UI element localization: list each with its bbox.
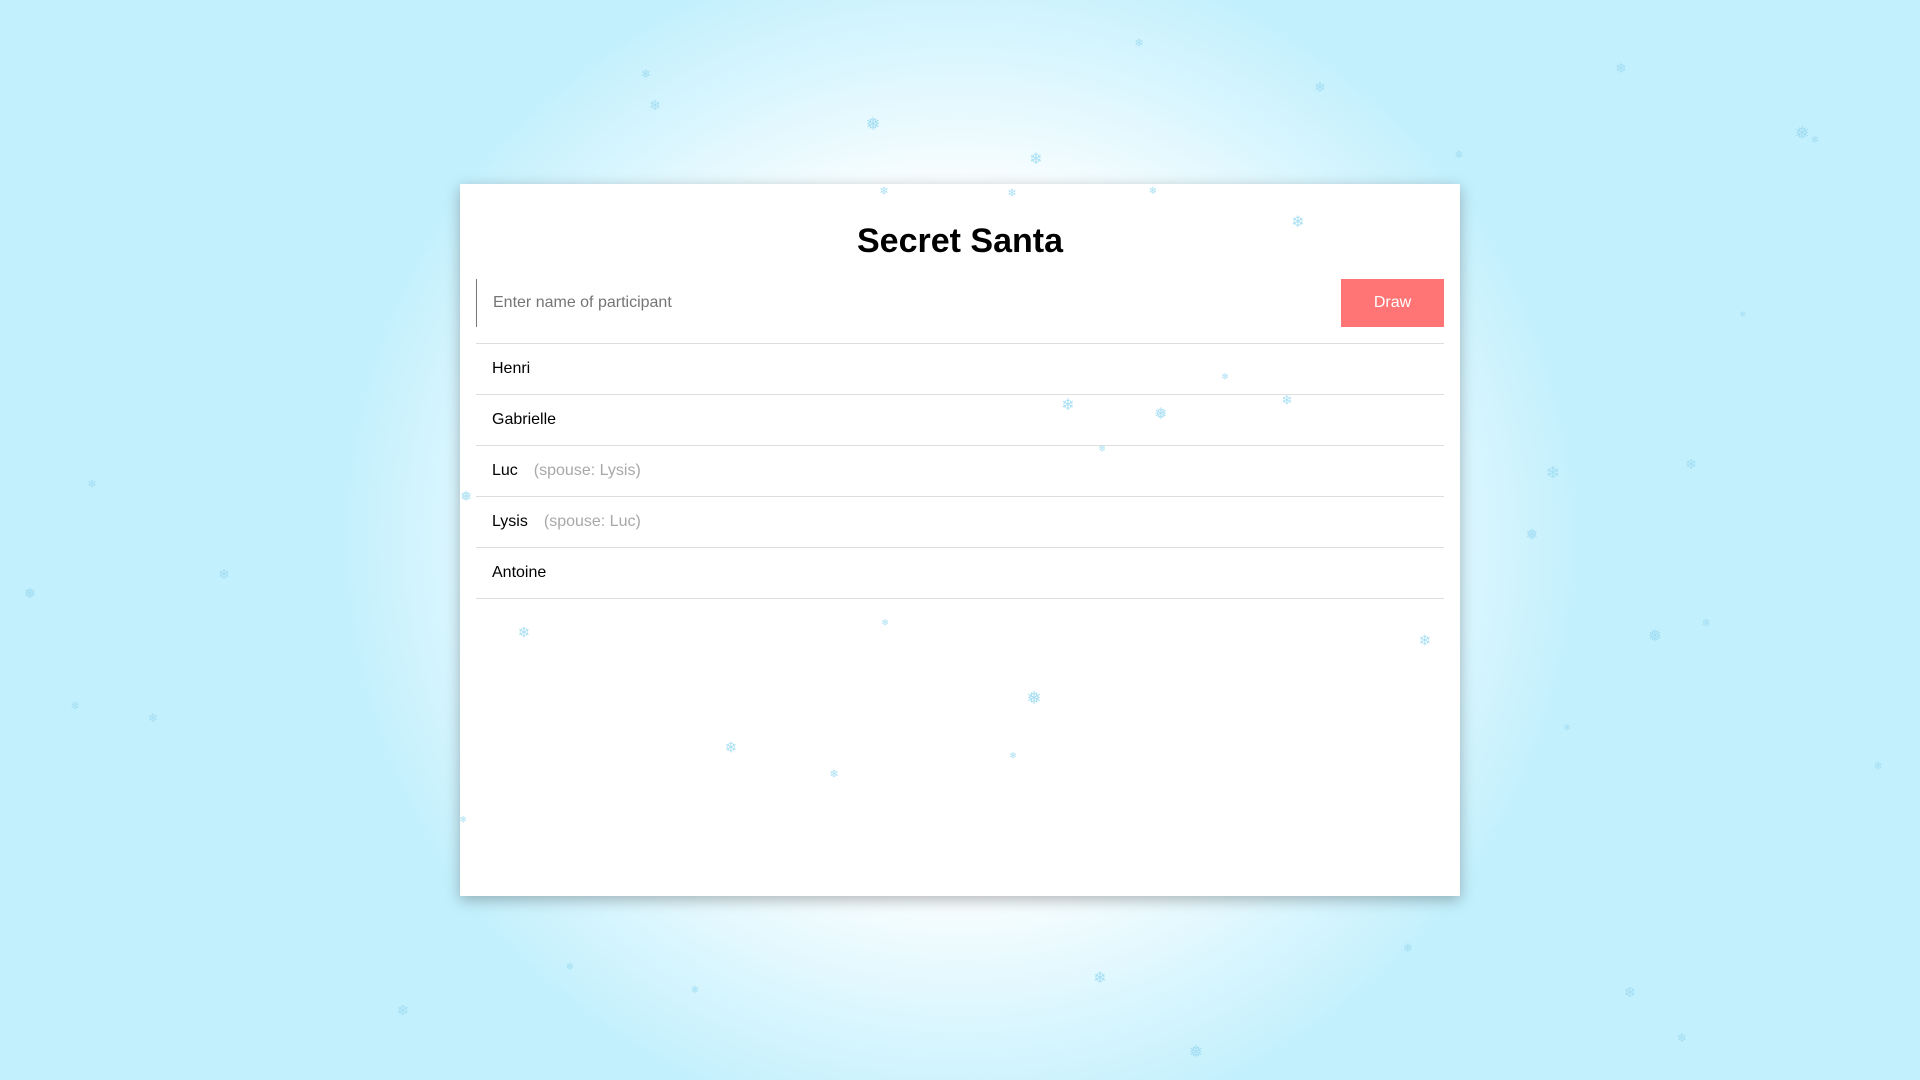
participant-row[interactable]: Henri [476,344,1444,395]
spouse-note: (spouse: Luc) [543,513,641,530]
snowflake-icon: ❄ [1402,941,1414,955]
snowflake-icon: ❄ [1685,457,1697,473]
page-title: Secret Santa [857,222,1063,260]
participant-name: Henri [492,360,531,377]
snowflake-icon: ❄ [218,567,230,583]
snowflake-icon: ❄ [565,962,575,973]
participant-entry-row: Draw [476,279,1444,327]
participant-name: Gabrielle [492,411,557,428]
snowflake-icon: ❄ [1873,759,1883,773]
snowflake-icon: ❄ [1676,1031,1688,1045]
snowflake-icon: ❄ [690,985,700,996]
participant-row[interactable]: Luc (spouse: Lysis) [476,446,1444,497]
snowflake-icon: ❅ [1647,626,1663,647]
spouse-note: (spouse: Lysis) [533,462,641,479]
participant-row[interactable]: Lysis (spouse: Luc) [476,497,1444,548]
snowflake-icon: ❅ [1525,525,1539,544]
snowflake-icon: ❄ [1314,80,1326,96]
snowflake-icon: ❄ [640,67,652,81]
participant-name: Luc [492,462,518,479]
participant-row[interactable]: Antoine [476,548,1444,599]
participant-name: Lysis [492,513,528,530]
snowflake-icon: ❄ [1093,968,1107,987]
snowflake-icon: ❄ [147,711,159,725]
snowflake-icon: ❄ [649,98,661,114]
snowflake-icon: ❅ [865,114,881,135]
secret-santa-card: Secret Santa Draw Henri Gabrielle Luc (s… [460,184,1460,896]
participant-row[interactable]: Gabrielle [476,395,1444,446]
snowflake-icon: ❅ [1794,123,1810,144]
snowflake-icon: ❄ [1134,36,1144,50]
snowflake-icon: ❄ [1545,463,1561,484]
snowflake-icon: ❄ [1563,723,1571,734]
snowflake-icon: ❄ [1810,135,1820,146]
snowflake-icon: ❄ [87,477,97,491]
snowflake-icon: ❄ [1454,148,1464,162]
draw-button[interactable]: Draw [1341,279,1444,327]
snowflake-icon: ❄ [70,699,80,713]
snowflake-icon: ❄ [396,1001,410,1020]
snowflake-icon: ❄ [1701,616,1711,630]
snowflake-icon: ❅ [23,584,37,603]
snowflake-icon: ❄ [1623,983,1637,1002]
snowflake-icon: ❄ [1029,149,1043,168]
snowflake-icon: ❄ [1615,61,1627,77]
participant-name-input[interactable] [476,279,1341,327]
participant-name: Antoine [492,564,547,581]
participant-list: Henri Gabrielle Luc (spouse: Lysis) Lysi… [476,343,1444,599]
snowflake-icon: ❅ [1188,1042,1204,1063]
snowflake-icon: ❄ [1739,310,1747,319]
